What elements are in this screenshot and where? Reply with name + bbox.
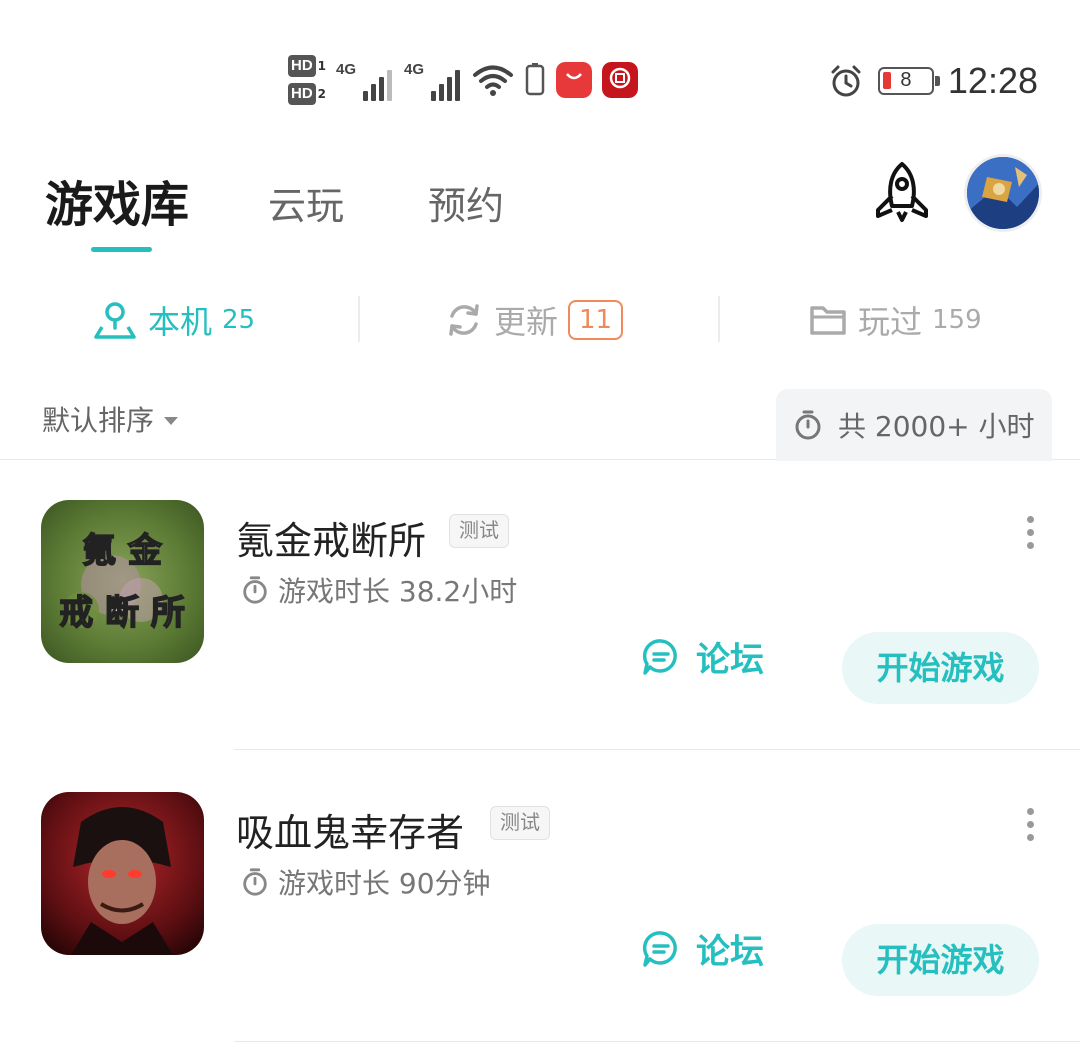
divider bbox=[234, 1040, 1080, 1042]
filter-count: 159 bbox=[932, 305, 982, 335]
chevron-down-icon bbox=[164, 417, 179, 425]
filter-label: 玩过 bbox=[858, 303, 923, 341]
more-options-icon[interactable] bbox=[1020, 808, 1040, 844]
phone-battery-icon bbox=[525, 63, 545, 96]
huawei-appgallery-icon bbox=[556, 62, 593, 98]
hd-indicators: HD 1 HD 2 bbox=[288, 55, 326, 105]
active-tab-indicator bbox=[91, 247, 152, 252]
forum-label: 论坛 bbox=[696, 932, 764, 972]
user-avatar[interactable] bbox=[964, 154, 1042, 232]
tab-reservation[interactable]: 预约 bbox=[428, 175, 504, 230]
hd-number: 2 bbox=[317, 87, 327, 101]
sort-row: 默认排序 共 2000+ 小时 bbox=[0, 385, 1080, 461]
divider bbox=[234, 748, 1080, 750]
status-bar: HD 1 HD 2 4G 4G 8 12:28 bbox=[0, 0, 1080, 130]
hd-label: HD bbox=[288, 83, 316, 105]
wifi-icon bbox=[473, 65, 514, 96]
icon-text-line2: 戒 断 所 bbox=[59, 593, 185, 633]
filter-updates[interactable]: 更新 11 bbox=[444, 292, 624, 348]
game-item[interactable]: 氪 金 戒 断 所 氪金戒断所 测试 游戏时长 38.2小时 论坛 开始游戏 bbox=[0, 460, 1080, 750]
signal-icon: 4G bbox=[336, 57, 394, 103]
hd-indicator-1: HD 1 bbox=[288, 55, 326, 77]
tab-game-library[interactable]: 游戏库 bbox=[45, 165, 189, 235]
battery-level: 8 bbox=[900, 69, 912, 91]
signal-icon: 4G bbox=[404, 57, 462, 103]
stopwatch-icon bbox=[243, 576, 267, 604]
game-icon[interactable]: 氪 金 戒 断 所 bbox=[41, 500, 204, 663]
test-tag: 测试 bbox=[490, 806, 550, 840]
filter-count: 25 bbox=[222, 305, 256, 335]
playtime: 游戏时长 38.2小时 bbox=[240, 570, 517, 610]
chat-bubble-icon bbox=[642, 638, 677, 675]
location-pin-icon bbox=[94, 302, 136, 339]
divider bbox=[718, 296, 720, 342]
sort-dropdown[interactable]: 默认排序 bbox=[42, 399, 179, 439]
status-right: 8 12:28 bbox=[828, 58, 1038, 104]
forum-button[interactable]: 论坛 bbox=[640, 924, 764, 973]
battery-indicator: 8 bbox=[877, 67, 940, 95]
rocket-icon[interactable] bbox=[868, 160, 936, 228]
divider bbox=[358, 296, 360, 342]
sort-label: 默认排序 bbox=[42, 404, 155, 437]
game-item[interactable]: 吸血鬼幸存者 测试 游戏时长 90分钟 论坛 开始游戏 bbox=[0, 752, 1080, 1042]
playtime-text: 游戏时长 90分钟 bbox=[278, 867, 491, 900]
stopwatch-icon bbox=[243, 868, 267, 896]
hd-number: 1 bbox=[317, 59, 327, 73]
chat-bubble-icon bbox=[642, 930, 677, 967]
stopwatch-icon bbox=[795, 410, 821, 440]
filter-local[interactable]: 本机 25 bbox=[92, 292, 255, 348]
game-title[interactable]: 吸血鬼幸存者 bbox=[236, 802, 464, 857]
icon-text-line1: 氪 金 bbox=[82, 531, 163, 571]
total-playtime-text: 共 2000+ 小时 bbox=[838, 410, 1035, 443]
more-options-icon[interactable] bbox=[1020, 516, 1040, 552]
top-header: 游戏库 云玩 预约 bbox=[0, 150, 1080, 260]
icbc-app-icon bbox=[602, 62, 639, 98]
network-type: 4G bbox=[336, 61, 357, 78]
filter-played[interactable]: 玩过 159 bbox=[808, 292, 982, 348]
filter-tabs: 本机 25 更新 11 玩过 159 bbox=[0, 280, 1080, 360]
forum-label: 论坛 bbox=[696, 640, 764, 680]
network-type: 4G bbox=[404, 61, 425, 78]
start-game-button[interactable]: 开始游戏 bbox=[842, 632, 1039, 704]
refresh-icon bbox=[449, 304, 479, 336]
test-tag: 测试 bbox=[449, 514, 509, 548]
tab-cloud-play[interactable]: 云玩 bbox=[268, 175, 344, 230]
filter-label: 更新 bbox=[494, 303, 559, 341]
total-playtime: 共 2000+ 小时 bbox=[776, 389, 1052, 461]
game-title[interactable]: 氪金戒断所 bbox=[236, 510, 426, 565]
filter-label: 本机 bbox=[148, 303, 213, 341]
forum-button[interactable]: 论坛 bbox=[640, 632, 764, 681]
hd-indicator-2: HD 2 bbox=[288, 83, 326, 105]
folder-icon bbox=[810, 306, 846, 335]
update-count-badge: 11 bbox=[568, 300, 624, 340]
playtime: 游戏时长 90分钟 bbox=[240, 862, 491, 902]
status-time: 12:28 bbox=[947, 60, 1038, 101]
alarm-icon bbox=[831, 65, 861, 97]
start-game-button[interactable]: 开始游戏 bbox=[842, 924, 1039, 996]
playtime-text: 游戏时长 38.2小时 bbox=[278, 575, 518, 608]
status-left: HD 1 HD 2 4G 4G bbox=[288, 48, 639, 112]
hd-label: HD bbox=[288, 55, 316, 77]
game-icon[interactable] bbox=[41, 792, 204, 955]
